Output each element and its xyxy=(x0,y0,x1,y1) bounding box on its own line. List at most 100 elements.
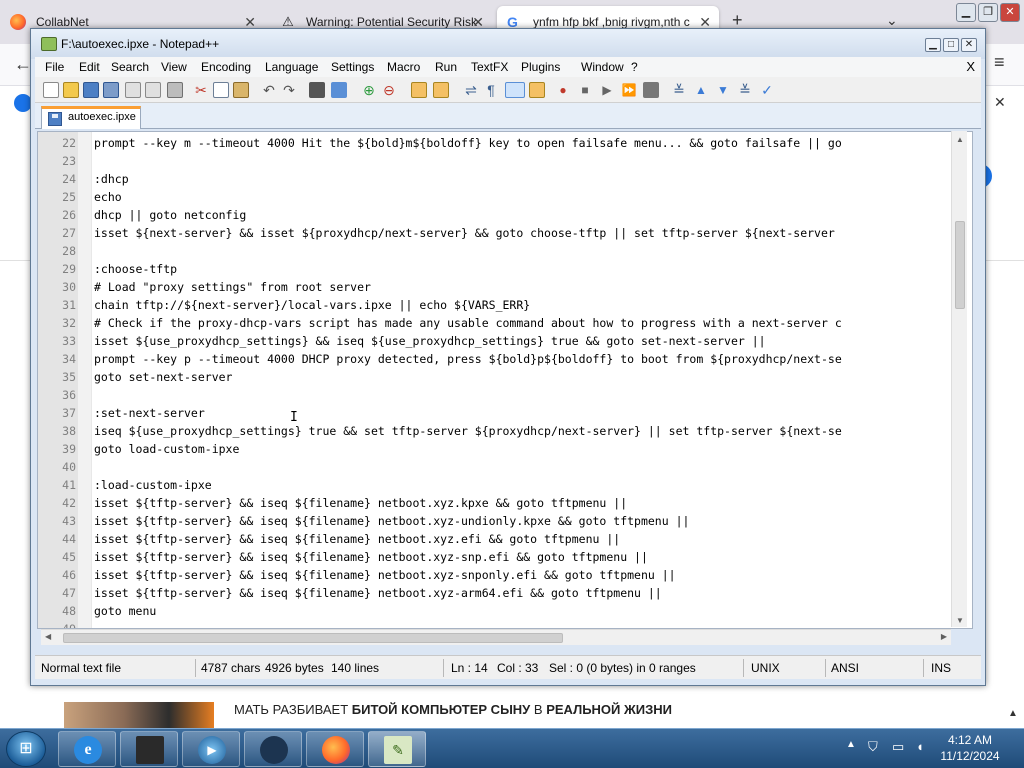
taskbar-internet-explorer[interactable]: e xyxy=(58,731,116,767)
close-document-button[interactable]: X xyxy=(966,59,975,74)
horizontal-scrollbar[interactable]: ◀ ▶ xyxy=(41,629,951,645)
indent-guide-icon[interactable] xyxy=(505,82,525,98)
title-bar[interactable]: F:\autoexec.ipxe - Notepad++ ▁ □ ✕ xyxy=(31,29,985,59)
line-number: 31 xyxy=(62,298,76,312)
chevron-down-icon[interactable]: ⌄ xyxy=(886,12,898,29)
editor-area[interactable]: 22 prompt --key m --timeout 4000 Hit the … xyxy=(37,131,973,629)
redo-icon[interactable]: ↷ xyxy=(281,82,297,98)
filter-icon[interactable]: ≚ xyxy=(737,82,753,98)
status-line: Ln : 14 xyxy=(451,661,488,675)
sync-horizontal-icon[interactable] xyxy=(433,82,449,98)
vertical-scroll-thumb[interactable] xyxy=(955,221,965,309)
clock-date: 11/12/2024 xyxy=(940,749,1000,763)
run-macro-multiple-icon[interactable]: ⏩ xyxy=(621,82,637,98)
maximize-button[interactable]: □ xyxy=(943,38,959,52)
menu-file[interactable]: File xyxy=(45,60,64,74)
clock-time: 4:12 AM xyxy=(947,733,993,747)
menu-window[interactable]: Window xyxy=(581,60,624,74)
minimize-button[interactable]: ▁ xyxy=(925,38,941,52)
zoom-out-icon[interactable]: ⊖ xyxy=(381,82,397,98)
close-button[interactable]: ✕ xyxy=(961,38,977,52)
cut-icon[interactable]: ✂ xyxy=(193,82,209,98)
menu-encoding[interactable]: Encoding xyxy=(201,60,251,74)
line-number: 48 xyxy=(62,604,76,618)
line-text: iseq ${use_proxydhcp_settings} true && s… xyxy=(94,424,842,438)
copy-icon[interactable] xyxy=(213,82,229,98)
stop-macro-icon[interactable]: ■ xyxy=(577,82,593,98)
word-wrap-icon[interactable]: ⇌ xyxy=(463,82,479,98)
play-macro-icon[interactable]: ▶ xyxy=(599,82,615,98)
action-center-icon[interactable]: ⛉ xyxy=(868,739,878,755)
line-text: chain tftp://${next-server}/local-vars.i… xyxy=(94,298,531,312)
vertical-scrollbar[interactable]: ▲ ▼ xyxy=(951,131,967,627)
line-text: goto set-next-server xyxy=(94,370,233,384)
scroll-down-arrow-icon[interactable]: ▼ xyxy=(956,616,964,625)
save-macro-icon[interactable] xyxy=(643,82,659,98)
menu-language[interactable]: Language xyxy=(265,60,318,74)
hamburger-menu-icon[interactable]: ≡ xyxy=(994,52,1005,73)
menu-macro[interactable]: Macro xyxy=(387,60,420,74)
line-number: 35 xyxy=(62,370,76,384)
line-number: 41 xyxy=(62,478,76,492)
line-number: 40 xyxy=(62,460,76,474)
taskbar-firefox[interactable] xyxy=(306,731,364,767)
system-clock[interactable]: 4:12 AM 11/12/2024 xyxy=(934,732,1006,764)
promo-headline[interactable]: МАТЬ РАЗБИВАЕТ БИТОЙ КОМПЬЮТЕР СЫНУ В РЕ… xyxy=(234,702,672,717)
menu-view[interactable]: View xyxy=(161,60,187,74)
document-tab[interactable]: autoexec.ipxe xyxy=(41,106,141,129)
zoom-in-icon[interactable]: ⊕ xyxy=(361,82,377,98)
close-icon[interactable]: ✕ xyxy=(994,94,1006,111)
close-file-icon[interactable] xyxy=(125,82,141,98)
close-all-icon[interactable] xyxy=(145,82,161,98)
start-button[interactable]: ⊞ xyxy=(6,731,46,767)
spellcheck-icon[interactable]: ✓ xyxy=(759,82,775,98)
undo-icon[interactable]: ↶ xyxy=(261,82,277,98)
taskbar-notepadpp[interactable]: ✎ xyxy=(368,731,426,767)
line-number: 30 xyxy=(62,280,76,294)
print-icon[interactable] xyxy=(167,82,183,98)
scroll-up-arrow-icon[interactable]: ▲ xyxy=(956,135,964,144)
save-icon[interactable] xyxy=(83,82,99,98)
menu-edit[interactable]: Edit xyxy=(79,60,100,74)
replace-icon[interactable] xyxy=(331,82,347,98)
chevron-up-icon[interactable]: ▲ xyxy=(1008,708,1018,719)
show-all-chars-icon[interactable]: ¶ xyxy=(483,82,499,98)
paste-icon[interactable] xyxy=(233,82,249,98)
line-text: :dhcp xyxy=(94,172,129,186)
menu-plugins[interactable]: Plugins xyxy=(521,60,560,74)
status-lines: 140 lines xyxy=(331,661,380,675)
close-button[interactable]: ✕ xyxy=(1000,3,1020,22)
sort-icon[interactable]: ≚ xyxy=(671,82,687,98)
line-text: :choose-tftp xyxy=(94,262,178,276)
open-file-icon[interactable] xyxy=(63,82,79,98)
save-all-icon[interactable] xyxy=(103,82,119,98)
find-icon[interactable] xyxy=(309,82,325,98)
arrow-up-icon[interactable]: ▲ xyxy=(693,82,709,98)
horizontal-scroll-thumb[interactable] xyxy=(63,633,563,643)
arrow-down-icon[interactable]: ▼ xyxy=(715,82,731,98)
menu-settings[interactable]: Settings xyxy=(331,60,374,74)
volume-icon[interactable]: ◖ xyxy=(916,739,924,754)
taskbar-media-player[interactable]: ▶ xyxy=(182,731,240,767)
sync-vertical-icon[interactable] xyxy=(411,82,427,98)
line-number: 36 xyxy=(62,388,76,402)
restore-button[interactable]: ❐ xyxy=(978,3,998,22)
new-file-icon[interactable] xyxy=(43,82,59,98)
menu-help[interactable]: ? xyxy=(631,60,638,74)
scroll-left-arrow-icon[interactable]: ◀ xyxy=(45,632,51,641)
promo-thumbnail[interactable] xyxy=(64,702,214,728)
menu-search[interactable]: Search xyxy=(111,60,149,74)
tray-expand-icon[interactable]: ▲ xyxy=(846,739,856,750)
taskbar-file-manager[interactable] xyxy=(120,731,178,767)
line-number: 38 xyxy=(62,424,76,438)
line-text: # Check if the proxy-dhcp-vars script ha… xyxy=(94,316,842,330)
record-macro-icon[interactable]: ● xyxy=(555,82,571,98)
scroll-right-arrow-icon[interactable]: ▶ xyxy=(941,632,947,641)
toolbar: ✂ ↶ ↷ ⊕ ⊖ ⇌ ¶ ● ■ ▶ ⏩ ≚ ▲ ▼ ≚ ✓ xyxy=(35,77,981,103)
taskbar-app-dark[interactable] xyxy=(244,731,302,767)
menu-textfx[interactable]: TextFX xyxy=(471,60,508,74)
menu-run[interactable]: Run xyxy=(435,60,457,74)
user-lang-icon[interactable] xyxy=(529,82,545,98)
minimize-button[interactable]: ▁ xyxy=(956,3,976,22)
network-icon[interactable]: ▭ xyxy=(892,739,904,755)
